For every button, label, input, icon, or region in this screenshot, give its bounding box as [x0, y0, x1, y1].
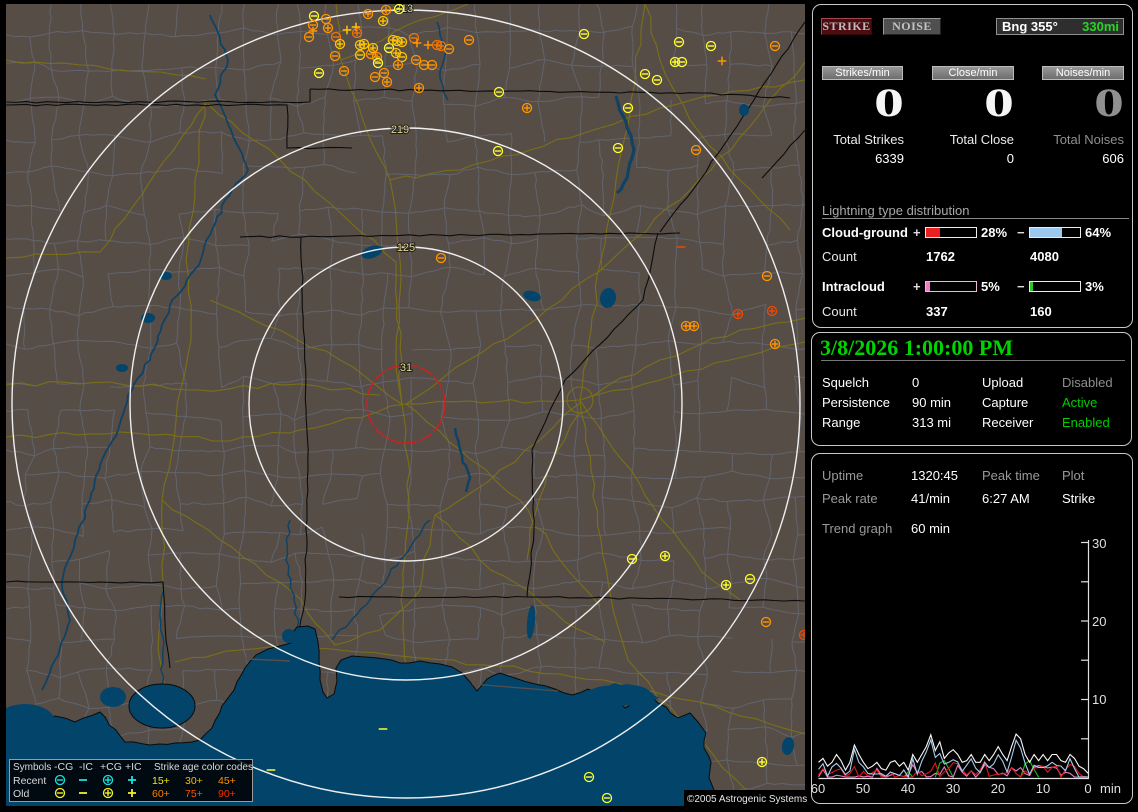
svg-text:20: 20 — [991, 781, 1005, 796]
svg-text:Symbols: Symbols — [13, 762, 51, 773]
svg-text:-CG: -CG — [54, 761, 73, 773]
svg-text:0: 0 — [1084, 781, 1091, 796]
svg-text:31: 31 — [400, 362, 412, 374]
svg-text:125: 125 — [397, 242, 415, 254]
svg-text:60+: 60+ — [152, 788, 170, 800]
svg-text:20: 20 — [1092, 614, 1106, 629]
svg-text:60: 60 — [811, 781, 825, 796]
svg-text:75+: 75+ — [185, 788, 203, 800]
svg-text:10: 10 — [1036, 781, 1050, 796]
svg-text:40: 40 — [901, 781, 915, 796]
svg-text:30+: 30+ — [185, 775, 203, 787]
svg-text:-IC: -IC — [79, 761, 93, 773]
svg-text:+CG: +CG — [100, 761, 122, 773]
svg-text:219: 219 — [391, 124, 409, 136]
svg-text:Strike age color codes: Strike age color codes — [154, 762, 253, 773]
svg-text:50: 50 — [856, 781, 870, 796]
svg-text:30: 30 — [1092, 536, 1106, 551]
svg-text:30: 30 — [946, 781, 960, 796]
svg-text:90+: 90+ — [218, 788, 236, 800]
svg-text:45+: 45+ — [218, 775, 236, 787]
svg-text:Recent: Recent — [13, 775, 46, 787]
svg-text:Old: Old — [13, 788, 30, 800]
svg-text:+IC: +IC — [125, 761, 142, 773]
svg-text:15+: 15+ — [152, 775, 170, 787]
svg-text:10: 10 — [1092, 692, 1106, 707]
svg-text:©2005 Astrogenic Systems: ©2005 Astrogenic Systems — [687, 794, 807, 805]
svg-text:min: min — [1100, 781, 1121, 796]
